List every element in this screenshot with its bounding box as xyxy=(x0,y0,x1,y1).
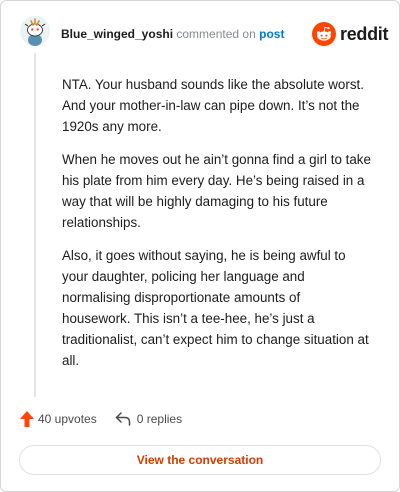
view-conversation-button[interactable]: View the conversation xyxy=(19,445,381,475)
username-link[interactable]: Blue_winged_yoshi xyxy=(61,27,173,41)
thread-line xyxy=(34,53,36,397)
user-avatar[interactable] xyxy=(20,16,50,46)
comment-paragraph: NTA. Your husband sounds like the absolu… xyxy=(62,77,364,134)
reply-count: 0 replies xyxy=(136,412,183,426)
post-link[interactable]: post xyxy=(259,27,284,41)
upvote-arrow-icon[interactable] xyxy=(20,411,34,427)
replies-control[interactable]: 0 replies xyxy=(115,412,182,426)
reddit-wordmark: reddit xyxy=(340,23,389,44)
comment-paragraph: When he moves out he ain’t gonna find a … xyxy=(62,152,371,230)
comment-paragraph: Also, it goes without saying, he is bein… xyxy=(62,248,369,368)
commented-label: commented on xyxy=(176,27,256,41)
reply-arrow-icon[interactable] xyxy=(115,412,131,426)
snoo-avatar-icon xyxy=(20,16,50,46)
upvote-control[interactable]: 40 upvotes xyxy=(20,411,97,427)
comment-footer: 40 upvotes 0 replies xyxy=(20,411,182,427)
reddit-logo[interactable]: reddit xyxy=(312,21,389,47)
comment-body: NTA. Your husband sounds like the absolu… xyxy=(62,74,372,383)
upvote-count: 40 upvotes xyxy=(38,412,97,426)
reddit-alien-icon xyxy=(312,22,336,46)
comment-card: Blue_winged_yoshi commented on post redd… xyxy=(0,0,400,492)
comment-header: Blue_winged_yoshi commented on post xyxy=(61,27,284,41)
